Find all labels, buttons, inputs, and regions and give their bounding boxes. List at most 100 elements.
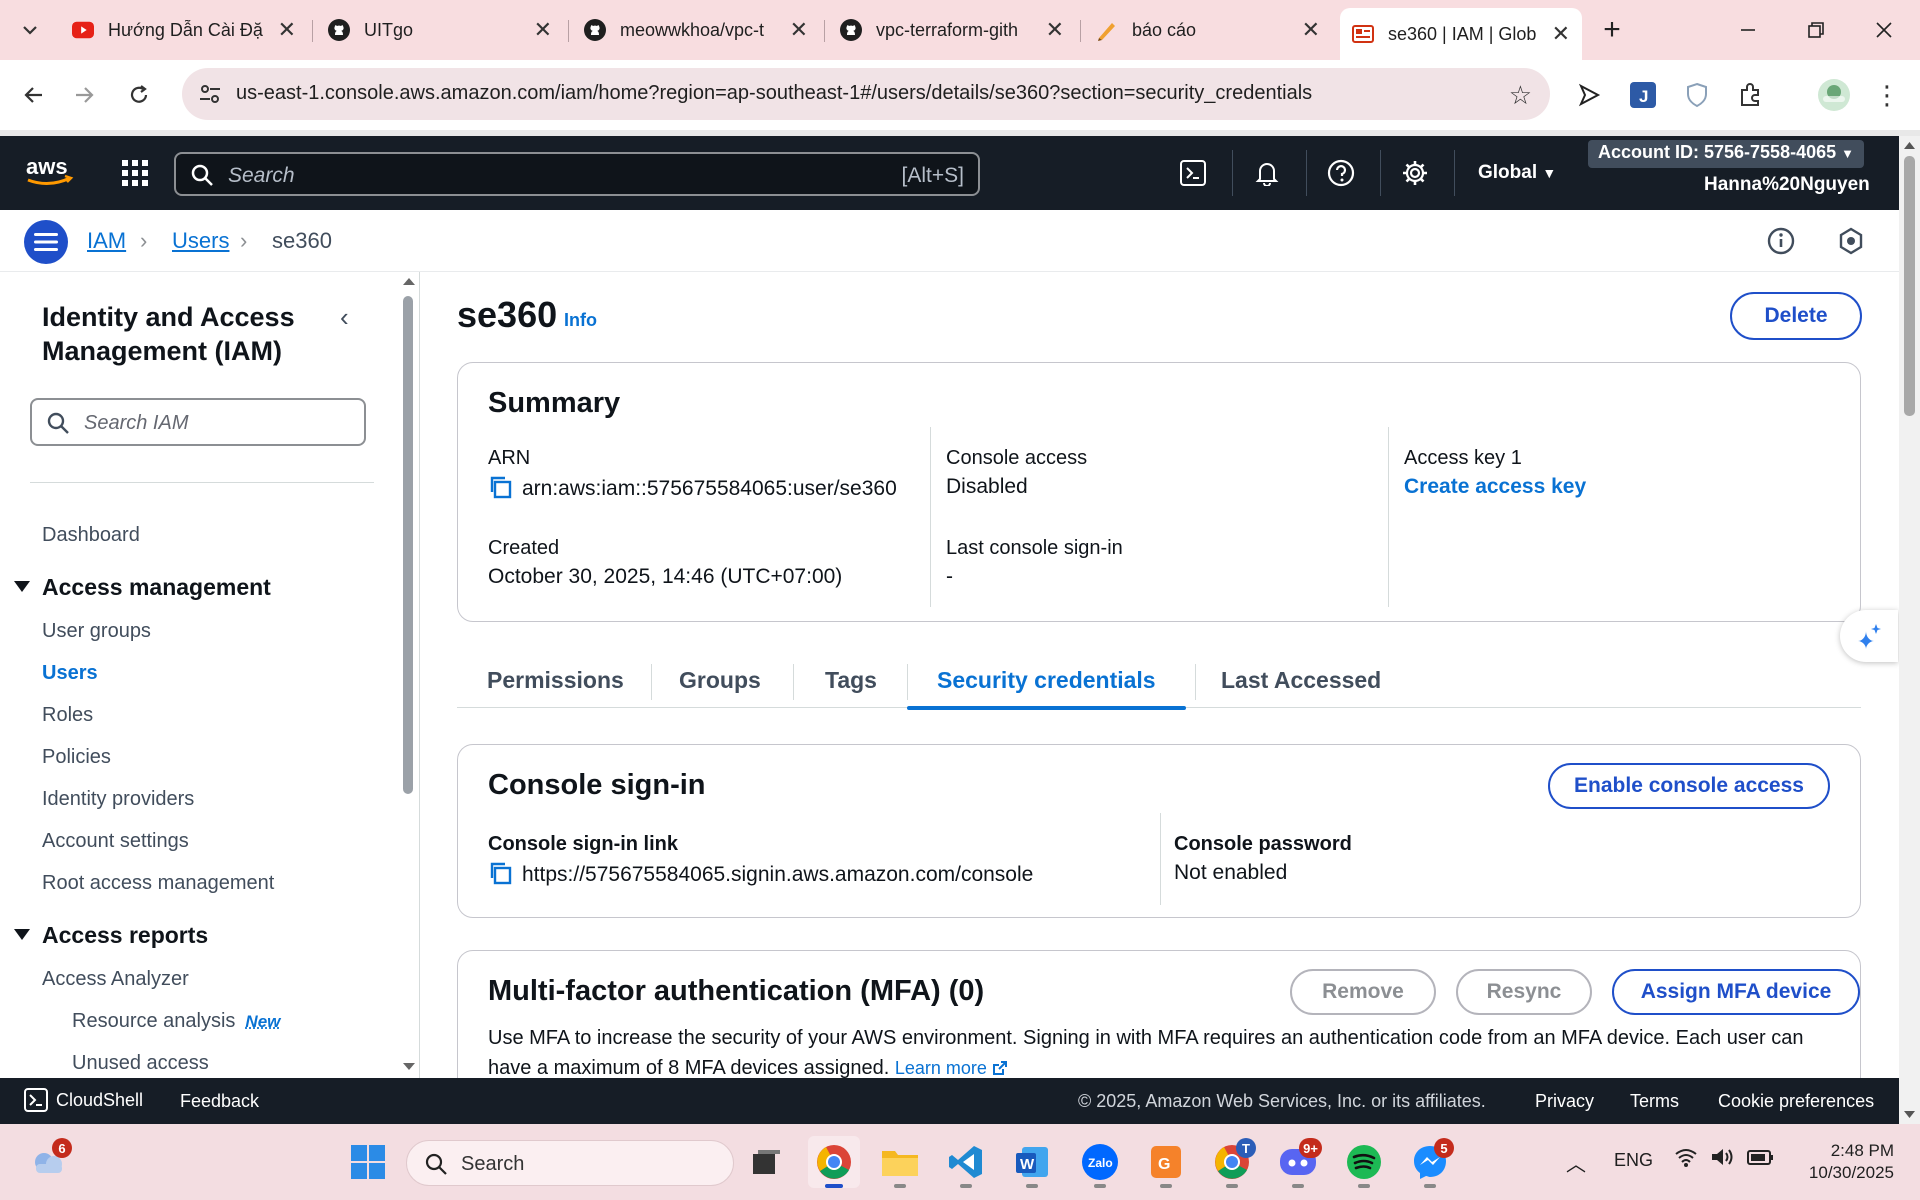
forward-button[interactable] [64,74,106,116]
weather-widget[interactable]: 6 [22,1136,74,1188]
restore-button[interactable] [1788,10,1844,50]
minimize-button[interactable] [1720,10,1776,50]
start-button[interactable] [342,1136,394,1188]
region-selector[interactable]: Global ▼ [1478,162,1556,184]
cloudshell-footer-button[interactable]: CloudShell [24,1088,143,1112]
info-circle-icon[interactable] [1766,226,1796,256]
close-icon[interactable]: ✕ [1302,17,1320,43]
page-scrollbar[interactable] [1899,136,1920,1124]
system-clock[interactable]: 2:48 PM 10/30/2025 [1794,1140,1894,1184]
bookmark-star-icon[interactable]: ☆ [1509,80,1532,111]
close-icon[interactable]: ✕ [278,17,296,43]
address-bar[interactable]: us-east-1.console.aws.amazon.com/iam/hom… [182,68,1550,120]
assign-mfa-device-button[interactable]: Assign MFA device [1612,969,1860,1015]
settings-gear-icon[interactable] [1398,156,1432,190]
services-grid-icon[interactable] [120,158,150,188]
sidebar-scroll-thumb[interactable] [403,296,413,794]
notifications-bell-icon[interactable] [1250,156,1284,190]
breadcrumb-iam[interactable]: IAM [87,228,126,254]
feedback-link[interactable]: Feedback [180,1091,259,1112]
sidebar-item-root-access-management[interactable]: Root access management [42,872,274,895]
taskbar-word[interactable]: W [1006,1136,1058,1188]
taskbar-file-explorer[interactable] [874,1136,926,1188]
tab-search-button[interactable] [8,10,52,50]
tab-permissions[interactable]: Permissions [487,652,624,708]
sidebar-item-roles[interactable]: Roles [42,704,93,727]
tab-groups[interactable]: Groups [679,652,761,708]
extension-j-icon[interactable]: J [1626,78,1660,112]
taskbar-zalo[interactable]: Zalo [1074,1136,1126,1188]
learn-more-link[interactable]: Learn more [895,1058,1008,1078]
volume-icon[interactable] [1710,1146,1734,1173]
cookie-preferences-link[interactable]: Cookie preferences [1718,1091,1874,1112]
new-tab-button[interactable]: + [1584,10,1640,50]
taskbar-spotify[interactable] [1338,1136,1390,1188]
page-scroll-thumb[interactable] [1904,156,1915,416]
close-icon[interactable]: ✕ [534,17,552,43]
username[interactable]: Hanna%20Nguyen [1704,174,1870,196]
send-icon[interactable] [1572,78,1606,112]
breadcrumb-users[interactable]: Users [172,228,229,254]
browser-tab[interactable]: UITgo ✕ [316,10,564,50]
create-access-key-link[interactable]: Create access key [1404,475,1586,499]
close-icon[interactable]: ✕ [1046,17,1064,43]
collapse-sidebar-icon[interactable]: ‹ [340,302,349,333]
close-icon[interactable]: ✕ [1552,21,1570,47]
cloudshell-icon[interactable] [1176,156,1210,190]
scroll-up-icon[interactable] [402,276,416,286]
sidebar-item-access-analyzer[interactable]: Access Analyzer [42,968,189,991]
browser-tab-active[interactable]: se360 | IAM | Glob ✕ [1340,8,1582,60]
taskbar-pdf-app[interactable]: G [1140,1136,1192,1188]
copy-icon[interactable] [488,475,512,499]
sidebar-item-users[interactable]: Users [42,662,98,685]
taskbar-chrome-profile[interactable]: T [1206,1136,1258,1188]
delete-button[interactable]: Delete [1730,292,1862,340]
copy-icon[interactable] [488,861,512,885]
aws-search-input[interactable]: Search [Alt+S] [174,152,980,196]
hamburger-menu-button[interactable] [24,220,68,264]
shield-icon[interactable] [1680,78,1714,112]
scroll-down-icon[interactable] [402,1062,416,1072]
tab-last-accessed[interactable]: Last Accessed [1221,652,1381,708]
taskbar-chrome[interactable] [808,1136,860,1188]
extensions-puzzle-icon[interactable] [1734,78,1768,112]
info-link[interactable]: Info [564,310,597,331]
battery-icon[interactable] [1746,1146,1774,1173]
taskbar-messenger[interactable]: 5 [1404,1136,1456,1188]
site-info-icon[interactable] [196,80,224,108]
resync-mfa-button[interactable]: Resync [1456,969,1592,1015]
browser-tab[interactable]: Hướng Dẫn Cài Đặ ✕ [60,10,308,50]
input-language[interactable]: ENG [1614,1150,1653,1171]
account-menu[interactable]: Account ID: 5756-7558-4065 ▼ [1588,140,1865,168]
task-view-button[interactable] [740,1136,792,1188]
tab-tags[interactable]: Tags [825,652,877,708]
back-button[interactable] [12,74,54,116]
sidebar-item-user-groups[interactable]: User groups [42,620,151,643]
scroll-up-icon[interactable] [1903,140,1916,150]
close-window-button[interactable] [1856,10,1912,50]
close-icon[interactable]: ✕ [790,17,808,43]
sidebar-search-input[interactable]: Search IAM [30,398,366,446]
taskbar-search-input[interactable]: Search [406,1140,734,1186]
browser-tab[interactable]: meowwkhoa/vpc-t ✕ [572,10,820,50]
security-hexagon-icon[interactable] [1836,226,1866,256]
terms-link[interactable]: Terms [1630,1091,1679,1112]
aws-logo[interactable]: aws [24,154,74,193]
reload-button[interactable] [118,74,160,116]
browser-tab[interactable]: báo cáo ✕ [1084,10,1332,50]
privacy-link[interactable]: Privacy [1535,1091,1594,1112]
remove-mfa-button[interactable]: Remove [1290,969,1436,1015]
sidebar-item-resource-analysis[interactable]: Resource analysis New [72,1010,280,1033]
sidebar-scrollbar[interactable] [400,272,419,1078]
more-menu-icon[interactable]: ⋮ [1870,78,1904,112]
sidebar-item-dashboard[interactable]: Dashboard [42,524,140,547]
tab-security-credentials[interactable]: Security credentials [907,652,1186,710]
sidebar-item-account-settings[interactable]: Account settings [42,830,189,853]
taskbar-discord[interactable]: 9+ [1272,1136,1324,1188]
sidebar-section-access-management[interactable]: Access management [14,574,271,601]
sidebar-item-identity-providers[interactable]: Identity providers [42,788,194,811]
sidebar-item-unused-access[interactable]: Unused access [72,1052,209,1075]
enable-console-access-button[interactable]: Enable console access [1548,763,1830,809]
tray-overflow-chevron-icon[interactable]: ︿ [1566,1148,1586,1177]
wifi-icon[interactable] [1674,1146,1698,1173]
